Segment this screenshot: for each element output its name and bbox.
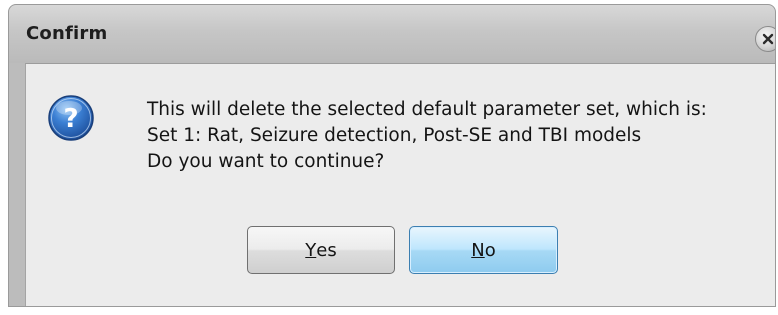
question-icon: ? xyxy=(47,94,95,142)
dialog-content: ? This will delete the selected default … xyxy=(25,63,775,306)
yes-button-mnemonic: Y xyxy=(305,239,317,261)
confirm-dialog: Confirm ? This will delete the selected … xyxy=(8,4,776,307)
message-line: This will delete the selected default pa… xyxy=(147,99,707,120)
yes-button[interactable]: Yes xyxy=(247,226,395,274)
close-button[interactable] xyxy=(755,26,775,52)
svg-text:?: ? xyxy=(63,104,78,134)
no-button-label: o xyxy=(484,239,496,261)
dialog-title: Confirm xyxy=(26,23,108,44)
message-text: This will delete the selected default pa… xyxy=(147,97,707,175)
close-icon xyxy=(762,33,774,45)
message-line: Do you want to continue? xyxy=(147,151,385,172)
title-bar[interactable]: Confirm xyxy=(9,5,775,63)
no-button-mnemonic: N xyxy=(471,239,485,261)
no-button[interactable]: No xyxy=(409,226,558,274)
yes-button-label: es xyxy=(316,239,337,261)
message-line: Set 1: Rat, Seizure detection, Post-SE a… xyxy=(147,125,642,146)
